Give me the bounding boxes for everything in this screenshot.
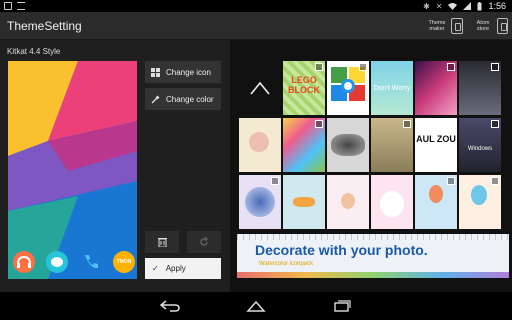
change-color-button[interactable]: Change color [145,88,221,110]
kitkat-wallpaper: TMON [8,61,137,279]
style-label: Kitkat 4.4 Style [7,47,61,56]
theme-tile[interactable] [327,118,369,172]
theme-tile[interactable] [415,61,457,115]
app-title: ThemeSetting [7,19,82,33]
download-badge-icon [403,120,411,128]
download-badge-icon [491,63,499,71]
dock: TMON [13,251,135,273]
promo-banner[interactable]: Decorate with your photo. Watercolor ico… [237,234,509,278]
theme-tile[interactable] [459,61,501,115]
apply-button[interactable]: ✓ Apply [145,258,221,279]
theme-tile[interactable] [239,175,281,229]
signal-icon [463,2,472,10]
battery-icon [477,1,482,10]
wallpaper-shapes [8,61,137,279]
home-icon [246,300,266,312]
theme-tile[interactable] [327,61,369,115]
recents-icon [334,300,351,312]
theme-tile[interactable] [283,118,325,172]
trash-icon [157,238,167,247]
messenger-app-icon[interactable] [46,251,69,273]
chevron-up-icon [250,81,270,95]
banner-stripe [237,272,509,278]
download-badge-icon [359,63,367,71]
theme-tile[interactable] [371,118,413,172]
theme-tile[interactable] [283,175,325,229]
theme-tile[interactable] [371,175,413,229]
download-badge-icon [447,177,455,185]
theme-tile[interactable] [327,175,369,229]
download-badge-icon [491,120,499,128]
atom-store-icon [497,18,508,34]
back-icon [160,300,180,312]
music-app-icon[interactable] [13,251,35,273]
banner-ruler [237,234,509,240]
scroll-up-button[interactable] [239,61,281,115]
theme-maker-icon [451,18,463,34]
theme-maker-label: Theme maker [428,20,446,32]
theme-tile[interactable]: LEGO BLOCK [283,61,325,115]
download-badge-icon [491,177,499,185]
tmon-app-icon[interactable]: TMON [112,251,135,273]
atom-store-button[interactable]: Atom store [472,15,508,37]
theme-tile[interactable] [459,175,501,229]
back-button[interactable] [158,298,182,314]
download-badge-icon [271,177,279,185]
theme-preview: TMON [8,61,137,279]
check-icon: ✓ [152,264,159,273]
eyedropper-icon [151,95,160,103]
change-icon-label: Change icon [166,67,211,77]
theme-tile[interactable] [415,175,457,229]
phone-app-icon[interactable] [80,251,102,273]
theme-grid-pane: LEGO BLOCK Don't Worry AUL ZOU Windows D… [233,40,512,292]
mute-icon: ✕ [435,1,443,11]
reset-button[interactable] [187,231,221,253]
download-badge-icon [315,63,323,71]
theme-preview-pane: Kitkat 4.4 Style TMON Change icon Change… [0,40,230,292]
theme-tile[interactable]: Windows [459,118,501,172]
download-badge-icon [447,63,455,71]
change-icon-button[interactable]: Change icon [145,61,221,83]
tile-title: Don't Worry [373,85,411,92]
banner-title: Decorate with your photo. [255,242,428,258]
download-icon [17,2,25,10]
apply-label: Apply [165,264,186,273]
atom-store-label: Atom store [476,20,490,32]
theme-tile[interactable] [239,118,281,172]
home-button[interactable] [244,298,268,314]
tile-title: AUL ZOU [416,134,456,144]
status-bar: ✱ ✕ 1:56 [0,0,512,12]
clock: 1:56 [488,1,506,11]
banner-subtitle: Watercolor iconpack [259,261,314,267]
tmon-app-text: TMON [116,259,132,265]
theme-maker-button[interactable]: Theme maker [426,15,463,37]
tile-title: LEGO BLOCK [288,75,320,95]
theme-tile[interactable]: Don't Worry [371,61,413,115]
grid-icon [151,67,160,77]
refresh-icon [200,237,208,246]
download-badge-icon [315,120,323,128]
action-bar: ThemeSetting Theme maker Atom store [0,12,512,40]
wifi-icon [448,3,458,10]
navigation-bar [0,292,512,320]
bluetooth-icon: ✱ [423,1,430,11]
screenshot-icon [4,2,12,10]
theme-tile[interactable]: AUL ZOU [415,118,457,172]
change-color-label: Change color [166,94,214,104]
delete-button[interactable] [145,231,179,253]
recents-button[interactable] [330,298,354,314]
tile-title: Windows [467,146,493,152]
